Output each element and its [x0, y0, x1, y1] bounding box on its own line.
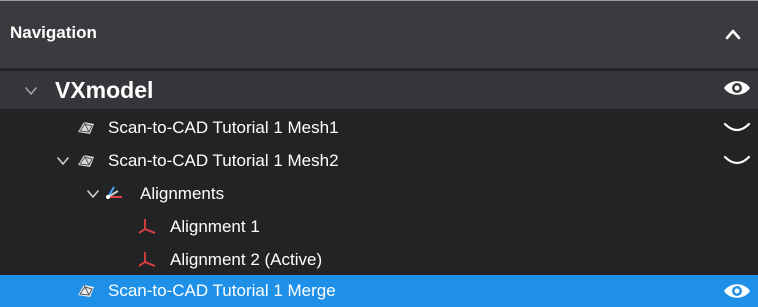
eye-closed-icon[interactable]: [722, 153, 752, 169]
tree-item-label: Scan-to-CAD Tutorial 1 Mesh1: [108, 118, 339, 137]
tree-item-label: Alignment 2 (Active): [170, 250, 323, 269]
chevron-down-icon[interactable]: [86, 188, 100, 200]
navigation-panel: Navigation VXmodel Scan-to-CAD Tutorial …: [0, 0, 758, 307]
chevron-down-icon[interactable]: [56, 155, 70, 167]
tree-item-merge[interactable]: Scan-to-CAD Tutorial 1 Merge: [0, 275, 758, 307]
mesh-icon: [78, 284, 94, 297]
navigation-title: Navigation: [10, 23, 97, 42]
eye-icon[interactable]: [722, 77, 752, 99]
tree-item-mesh2[interactable]: Scan-to-CAD Tutorial 1 Mesh2: [0, 144, 758, 177]
eye-closed-icon[interactable]: [722, 120, 752, 136]
chevron-down-icon[interactable]: [24, 85, 38, 97]
tree-item-mesh1[interactable]: Scan-to-CAD Tutorial 1 Mesh1: [0, 111, 758, 144]
axis-icon: [138, 219, 156, 234]
mesh-icon: [78, 154, 94, 167]
tree-item-alignment-1[interactable]: Alignment 1: [0, 210, 758, 243]
tree-item-label: Scan-to-CAD Tutorial 1 Mesh2: [108, 151, 339, 170]
alignments-icon: [106, 186, 122, 199]
tree-item-vxmodel[interactable]: VXmodel: [0, 71, 758, 109]
axis-icon: [138, 252, 156, 267]
eye-icon[interactable]: [722, 280, 752, 302]
tree-item-alignments[interactable]: Alignments: [0, 177, 758, 210]
chevron-up-icon[interactable]: [724, 27, 742, 41]
tree-item-alignment-2[interactable]: Alignment 2 (Active): [0, 243, 758, 275]
tree-item-label: Alignment 1: [170, 217, 260, 236]
tree-item-label: Alignments: [140, 184, 225, 203]
tree-item-label: Scan-to-CAD Tutorial 1 Merge: [108, 281, 336, 300]
mesh-icon: [78, 121, 94, 134]
navigation-header[interactable]: Navigation: [0, 0, 758, 68]
tree-item-label: VXmodel: [55, 77, 154, 103]
